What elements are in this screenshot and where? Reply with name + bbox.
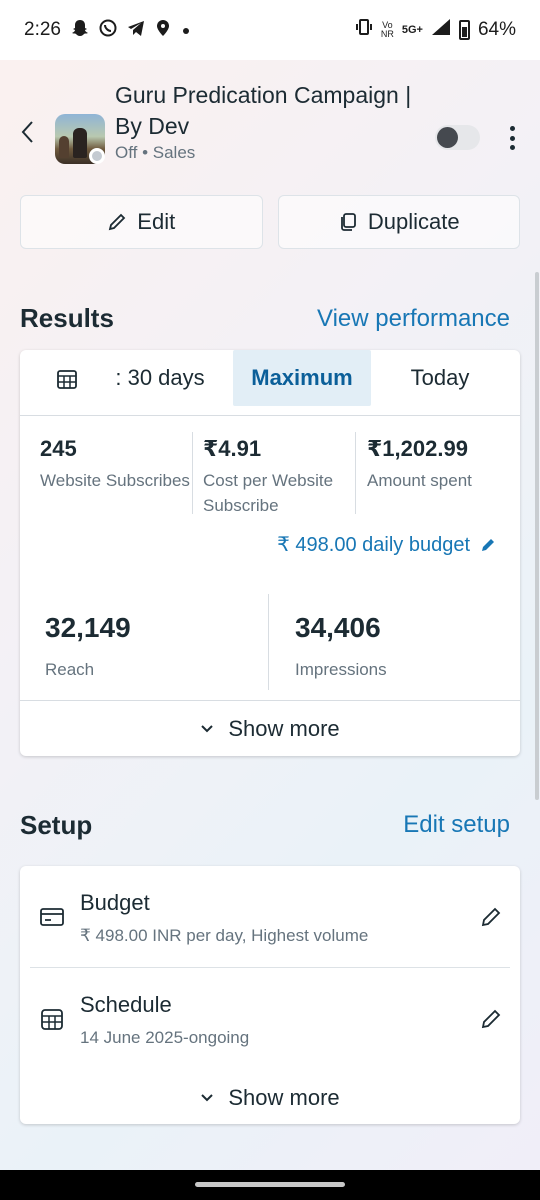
scrollbar[interactable] <box>535 272 539 800</box>
metric-website-subscribes: 245 Website Subscribes <box>40 436 190 493</box>
setup-item-subtitle: ₹ 498.00 INR per day, Highest volume <box>80 926 369 945</box>
pencil-icon[interactable] <box>480 1008 502 1030</box>
date-range-tabs: : 30 days Maximum Today <box>20 350 520 416</box>
more-dot-icon <box>509 126 515 131</box>
edit-setup-link[interactable]: Edit setup <box>403 811 510 839</box>
status-time: 2:26 <box>24 19 61 40</box>
back-button[interactable] <box>14 120 40 150</box>
location-icon <box>155 19 171 42</box>
card-icon <box>40 908 64 926</box>
network-bottom-label: NR <box>380 29 394 39</box>
status-left: 2:26 <box>24 19 191 42</box>
results-show-more-button[interactable]: Show more <box>20 700 520 756</box>
campaign-subtitle: Off • Sales <box>115 143 196 162</box>
telegram-icon <box>127 19 145 42</box>
more-dot-icon <box>509 135 515 141</box>
metric-impressions: 34,406 Impressions <box>295 612 387 680</box>
metric-label: Website Subscribes <box>40 471 190 490</box>
chevron-down-icon <box>201 1094 214 1102</box>
edit-button[interactable]: Edit <box>20 195 263 249</box>
duplicate-icon <box>340 213 356 231</box>
tab-today[interactable]: Today <box>390 350 490 406</box>
status-right: Vo NR 5G+ 64% <box>355 18 516 42</box>
metric-divider <box>355 432 356 514</box>
show-more-label: Show more <box>228 1085 340 1110</box>
metric-value: 34,406 <box>295 612 381 643</box>
metric-value: ₹4.91 <box>203 436 262 461</box>
volte-indicator: Vo NR <box>381 21 394 39</box>
daily-budget-link[interactable]: ₹ 498.00 daily budget <box>277 532 496 557</box>
campaign-header: Guru Predication Campaign | By Dev Off •… <box>0 78 540 178</box>
campaign-status-dot <box>89 148 105 164</box>
metric-divider <box>192 432 193 514</box>
setup-item-title: Schedule <box>80 992 172 1017</box>
metric-label: Reach <box>45 660 95 679</box>
status-bar: 2:26 Vo NR 5G+ 64% <box>0 0 540 60</box>
metric-amount-spent: ₹1,202.99 Amount spent <box>367 436 517 493</box>
duplicate-button-label: Duplicate <box>367 209 460 234</box>
whatsapp-icon <box>99 19 117 42</box>
pencil-icon <box>109 213 126 231</box>
campaign-toggle[interactable] <box>435 125 480 150</box>
more-dot-icon <box>509 145 515 150</box>
signal-icon <box>431 18 451 42</box>
setup-item-budget[interactable]: Budget ₹ 498.00 INR per day, Highest vol… <box>20 866 520 966</box>
metric-reach: 32,149 Reach <box>45 612 131 680</box>
snapchat-icon <box>71 19 89 42</box>
setup-show-more-button[interactable]: Show more <box>20 1070 520 1126</box>
more-options-button[interactable] <box>500 122 524 154</box>
metric-label: Cost per Website Subscribe <box>203 471 334 515</box>
metric-divider <box>268 594 269 690</box>
pencil-icon[interactable] <box>480 906 502 928</box>
action-buttons: Edit Duplicate <box>20 195 520 249</box>
edit-button-label: Edit <box>137 209 176 234</box>
metric-value: 245 <box>40 436 77 461</box>
calendar-icon <box>57 370 77 389</box>
daily-budget-label: ₹ 498.00 daily budget <box>277 534 470 556</box>
tab-30-days[interactable]: : 30 days <box>100 350 220 406</box>
network-type-label: 5G+ <box>401 24 423 36</box>
chevron-down-icon <box>201 724 214 732</box>
results-title: Results <box>20 303 114 333</box>
calendar-icon <box>41 1009 63 1030</box>
avatar-figure <box>73 128 87 158</box>
pencil-icon <box>482 538 494 551</box>
metric-cost-per-subscribe: ₹4.91 Cost per Website Subscribe <box>203 436 358 518</box>
show-more-label: Show more <box>228 715 340 741</box>
battery-percent: 64% <box>477 19 516 40</box>
campaign-title: Guru Predication Campaign | By Dev <box>115 82 412 139</box>
metric-label: Impressions <box>295 660 387 679</box>
setup-item-subtitle: 14 June 2025-ongoing <box>80 1028 250 1047</box>
battery-icon <box>458 20 470 40</box>
home-gesture-handle[interactable] <box>195 1182 345 1187</box>
tab-maximum[interactable]: Maximum <box>233 350 371 406</box>
metric-label: Amount spent <box>367 471 472 490</box>
setup-title: Setup <box>20 810 93 840</box>
avatar-figure-left <box>59 136 69 158</box>
setup-item-title: Budget <box>80 890 150 915</box>
dot-icon <box>181 20 191 41</box>
setup-card: Budget ₹ 498.00 INR per day, Highest vol… <box>20 866 520 1124</box>
duplicate-button[interactable]: Duplicate <box>277 195 520 249</box>
setup-item-schedule[interactable]: Schedule 14 June 2025-ongoing <box>20 968 520 1068</box>
navigation-bar <box>0 1170 540 1200</box>
toggle-knob <box>437 127 458 148</box>
metric-value: 32,149 <box>45 612 131 643</box>
results-card: : 30 days Maximum Today 245 Website Subs… <box>20 350 520 756</box>
view-performance-link[interactable]: View performance <box>317 305 510 333</box>
metric-value: ₹1,202.99 <box>367 436 468 461</box>
vibrate-icon <box>355 18 373 42</box>
chevron-left-icon <box>21 121 33 143</box>
